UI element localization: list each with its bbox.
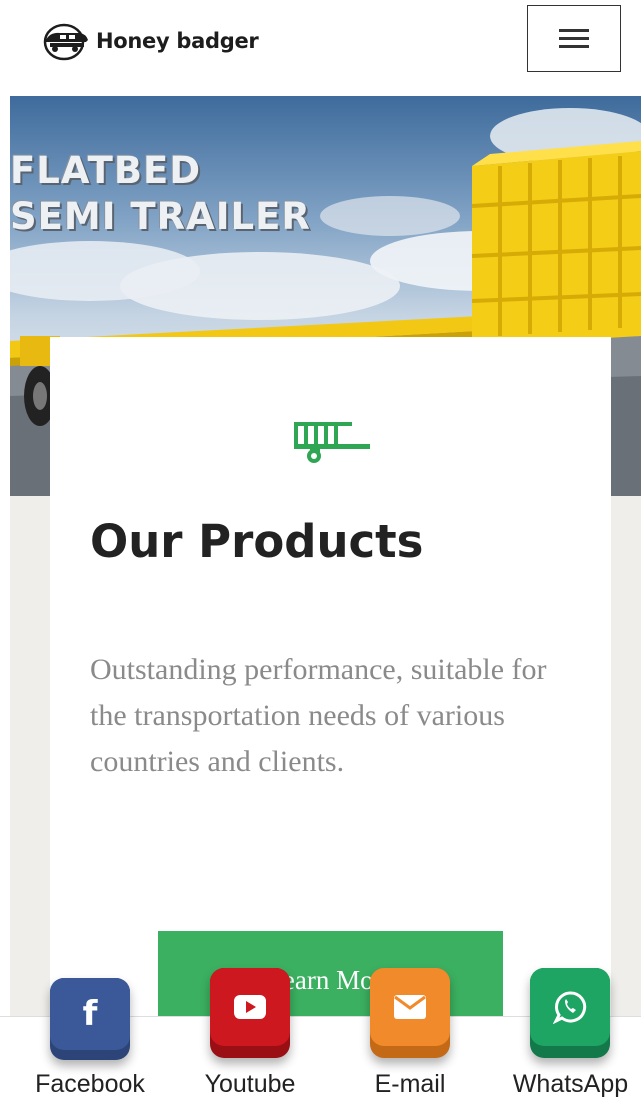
email-button[interactable] (370, 968, 450, 1058)
trailer-icon (294, 422, 370, 463)
facebook-button[interactable]: f (50, 978, 130, 1060)
truck-badge-icon (43, 23, 88, 61)
site-header: Honey badger (0, 0, 641, 96)
youtube-label[interactable]: Youtube (180, 1070, 320, 1099)
youtube-icon (234, 995, 266, 1019)
hero-title-line1: FLATBED (10, 149, 202, 192)
hamburger-menu-icon (559, 24, 589, 53)
brand-name: Honey badger (96, 29, 259, 53)
facebook-label[interactable]: Facebook (20, 1070, 160, 1099)
hero-title: FLATBED SEMI TRAILER (10, 148, 311, 240)
section-description: Outstanding performance, suitable for th… (90, 653, 547, 778)
facebook-icon: f (82, 994, 98, 1034)
menu-button[interactable] (527, 5, 621, 72)
email-icon (394, 995, 426, 1019)
whatsapp-icon (553, 991, 587, 1024)
hero-title-line2: SEMI TRAILER (10, 195, 311, 238)
products-card: Our Products Outstanding performance, su… (50, 337, 611, 1027)
youtube-button[interactable] (210, 968, 290, 1058)
whatsapp-button[interactable] (530, 968, 610, 1058)
email-label[interactable]: E-mail (340, 1070, 480, 1099)
section-title: Our Products (90, 515, 424, 568)
brand-logo[interactable]: Honey badger (40, 20, 259, 62)
whatsapp-label[interactable]: WhatsApp (500, 1070, 641, 1099)
